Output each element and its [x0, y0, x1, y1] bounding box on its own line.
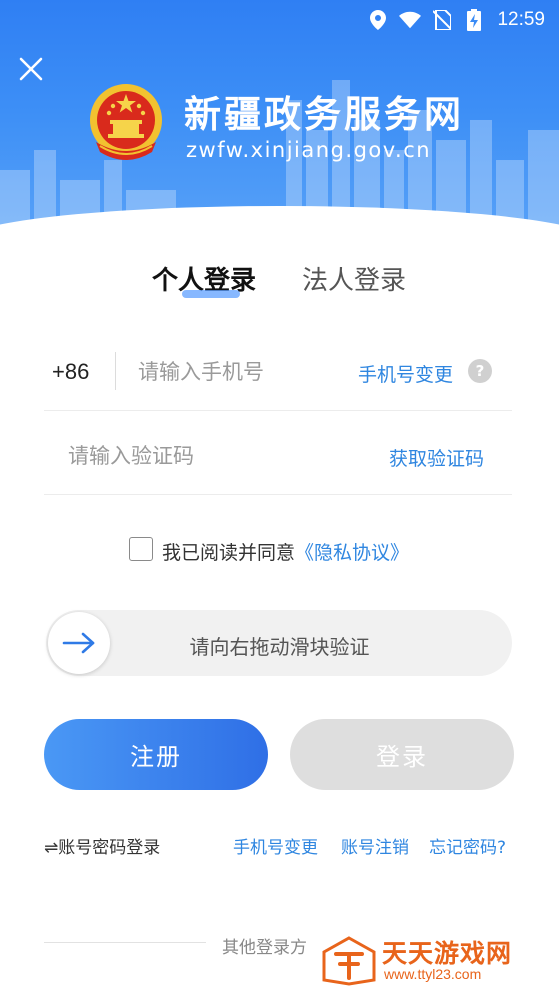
no-sim-icon	[431, 9, 453, 31]
location-icon	[367, 9, 389, 31]
watermark-logo-icon	[322, 936, 376, 986]
agree-statement: 我已阅读并同意《隐私协议》	[162, 538, 409, 565]
close-button[interactable]	[14, 52, 48, 86]
phone-change-link[interactable]: 手机号变更	[358, 360, 453, 387]
agree-checkbox[interactable]	[129, 537, 153, 561]
country-code[interactable]: +86	[52, 359, 89, 385]
status-bar: 12:59	[0, 0, 559, 40]
register-button[interactable]: 注册	[44, 719, 268, 790]
verification-code-input[interactable]	[68, 439, 348, 473]
account-cancel-link[interactable]: 账号注销	[341, 833, 409, 858]
watermark-title: 天天游戏网	[382, 939, 513, 968]
field-separator	[115, 352, 116, 390]
arrow-right-icon	[62, 632, 95, 654]
site-title: 新疆政务服务网	[184, 93, 464, 136]
agree-label: 我已阅读并同意	[162, 542, 296, 564]
national-emblem-icon	[90, 84, 162, 160]
slider-captcha-handle[interactable]	[48, 612, 110, 674]
get-code-link[interactable]: 获取验证码	[389, 444, 484, 471]
status-time: 12:59	[497, 9, 545, 30]
help-icon[interactable]: ?	[468, 359, 492, 383]
header-banner: 12:59 新疆政务服务网 zwfw.xinjiang.gov.cn	[0, 0, 559, 248]
divider	[44, 494, 512, 495]
other-login-label: 其他登录方	[222, 938, 307, 958]
account-password-login-link[interactable]: ⇌账号密码登录	[44, 833, 160, 858]
close-icon	[19, 57, 43, 81]
watermark-url: www.ttyl23.com	[384, 966, 482, 982]
battery-charging-icon	[463, 9, 485, 31]
tab-corporate-login[interactable]: 法人登录	[302, 260, 406, 297]
site-url: zwfw.xinjiang.gov.cn	[186, 138, 432, 162]
phone-change-bottom-link[interactable]: 手机号变更	[233, 833, 318, 858]
login-button[interactable]: 登录	[290, 719, 514, 790]
divider	[44, 410, 512, 411]
active-tab-indicator	[182, 290, 240, 298]
other-login-divider	[44, 942, 206, 943]
privacy-agreement-link[interactable]: 《隐私协议》	[295, 542, 409, 564]
watermark: 天天游戏网 www.ttyl23.com	[322, 932, 552, 990]
forgot-password-link[interactable]: 忘记密码?	[429, 833, 506, 858]
phone-input[interactable]	[138, 355, 348, 389]
wifi-icon	[399, 9, 422, 31]
